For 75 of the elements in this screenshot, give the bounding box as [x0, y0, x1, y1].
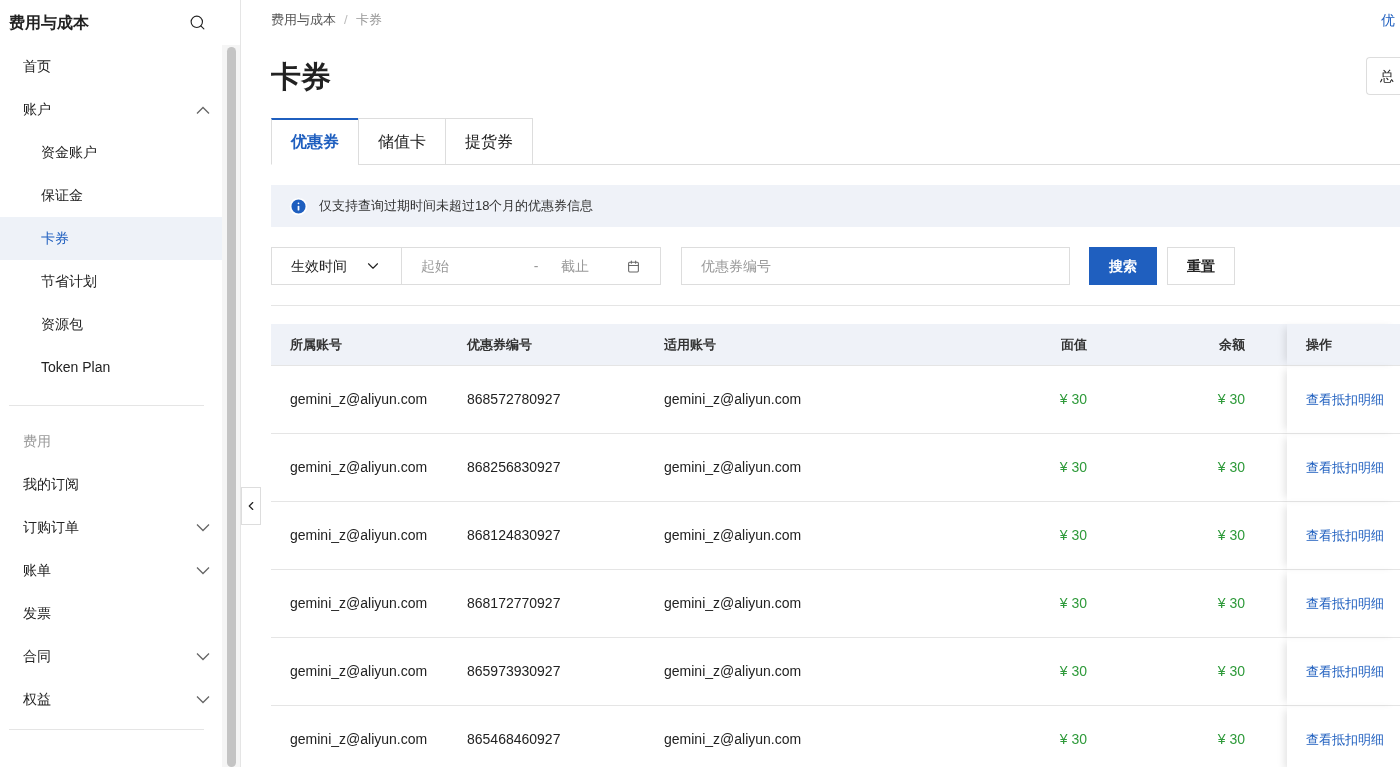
- tab[interactable]: 提货券: [445, 118, 533, 165]
- table-cell: gemini_z@aliyun.com: [271, 366, 467, 434]
- sidebar-item[interactable]: 合同: [0, 635, 222, 678]
- section-heading: 费用: [22, 432, 52, 451]
- column-header: 所属账号: [271, 324, 467, 366]
- sidebar-item[interactable]: 发票: [0, 592, 222, 635]
- notice-text: 仅支持查询过期时间未超过18个月的优惠券信息: [319, 197, 594, 216]
- table-cell: gemini_z@aliyun.com: [664, 366, 934, 434]
- column-header: 余额: [1087, 324, 1287, 366]
- table-cell: ¥ 30: [1087, 638, 1287, 706]
- table-cell: gemini_z@aliyun.com: [664, 570, 934, 638]
- view-deduction-link[interactable]: 查看抵扣明细: [1306, 457, 1384, 478]
- sidebar-item[interactable]: 资金账户: [0, 131, 222, 174]
- top-link[interactable]: 优: [1381, 9, 1400, 31]
- table-cell: ¥ 30: [934, 638, 1087, 706]
- breadcrumb-item[interactable]: 费用与成本: [271, 10, 336, 30]
- sidebar-item[interactable]: Token Plan: [0, 346, 222, 389]
- coupon-code-input[interactable]: 优惠券编号: [681, 247, 1070, 285]
- sidebar-item[interactable]: 订购订单: [0, 506, 222, 549]
- column-header: 操作: [1287, 324, 1400, 366]
- table-cell: ¥ 30: [1087, 434, 1287, 502]
- table-cell: 865973930927: [467, 638, 664, 706]
- view-deduction-link[interactable]: 查看抵扣明细: [1306, 525, 1384, 546]
- sidebar-item[interactable]: 账单: [0, 549, 222, 592]
- breadcrumb-item: 卡券: [355, 11, 382, 30]
- column-header: 适用账号: [664, 324, 934, 366]
- sidebar-title: 费用与成本: [9, 12, 89, 33]
- sidebar-item[interactable]: 账户: [0, 88, 222, 131]
- sidebar-item[interactable]: 资源包: [0, 303, 222, 346]
- column-header: 优惠券编号: [467, 324, 664, 366]
- table-cell: gemini_z@aliyun.com: [271, 502, 467, 570]
- table-cell: 868572780927: [467, 366, 664, 434]
- sidebar-item[interactable]: 首页: [0, 45, 222, 88]
- view-deduction-link[interactable]: 查看抵扣明细: [1306, 593, 1384, 614]
- table-cell: 868172770927: [467, 570, 664, 638]
- breadcrumb-separator: /: [344, 11, 348, 30]
- column-header: 面值: [934, 324, 1087, 366]
- table-cell: 868124830927: [467, 502, 664, 570]
- tab[interactable]: 储值卡: [358, 118, 446, 165]
- sidebar-item[interactable]: 卡券: [0, 217, 222, 260]
- table-cell: ¥ 30: [934, 570, 1087, 638]
- table-cell: ¥ 30: [1087, 502, 1287, 570]
- reset-button[interactable]: 重置: [1167, 247, 1235, 285]
- sidebar-item[interactable]: 保证金: [0, 174, 222, 217]
- table-cell: gemini_z@aliyun.com: [664, 434, 934, 502]
- table-cell: gemini_z@aliyun.com: [664, 502, 934, 570]
- view-deduction-link[interactable]: 查看抵扣明细: [1306, 729, 1384, 750]
- tab[interactable]: 优惠券: [271, 118, 359, 165]
- sidebar-item[interactable]: 权益: [0, 678, 222, 721]
- view-deduction-link[interactable]: 查看抵扣明细: [1306, 661, 1384, 682]
- table-cell: ¥ 30: [1087, 366, 1287, 434]
- table-cell: ¥ 30: [934, 434, 1087, 502]
- view-deduction-link[interactable]: 查看抵扣明细: [1306, 389, 1384, 410]
- search-icon[interactable]: [189, 14, 206, 31]
- table-cell: ¥ 30: [1087, 706, 1287, 767]
- sidebar-item[interactable]: 我的订阅: [0, 463, 222, 506]
- info-icon: [289, 196, 308, 216]
- table-cell: ¥ 30: [1087, 570, 1287, 638]
- collapse-button[interactable]: [241, 487, 261, 525]
- sidebar-item[interactable]: 节省计划: [0, 260, 222, 303]
- table-cell: 865468460927: [467, 706, 664, 767]
- search-button[interactable]: 搜索: [1089, 247, 1157, 285]
- table-cell: ¥ 30: [934, 706, 1087, 767]
- table-cell: gemini_z@aliyun.com: [664, 638, 934, 706]
- table-cell: gemini_z@aliyun.com: [271, 570, 467, 638]
- table-cell: gemini_z@aliyun.com: [271, 638, 467, 706]
- table-cell: 868256830927: [467, 434, 664, 502]
- page-title: 卡券: [271, 58, 331, 95]
- table-cell: gemini_z@aliyun.com: [271, 706, 467, 767]
- table-cell: gemini_z@aliyun.com: [664, 706, 934, 767]
- header-button[interactable]: 总: [1366, 57, 1400, 95]
- scrollbar-thumb[interactable]: [226, 47, 236, 767]
- table-cell: ¥ 30: [934, 502, 1087, 570]
- table-cell: gemini_z@aliyun.com: [271, 434, 467, 502]
- table-cell: ¥ 30: [934, 366, 1087, 434]
